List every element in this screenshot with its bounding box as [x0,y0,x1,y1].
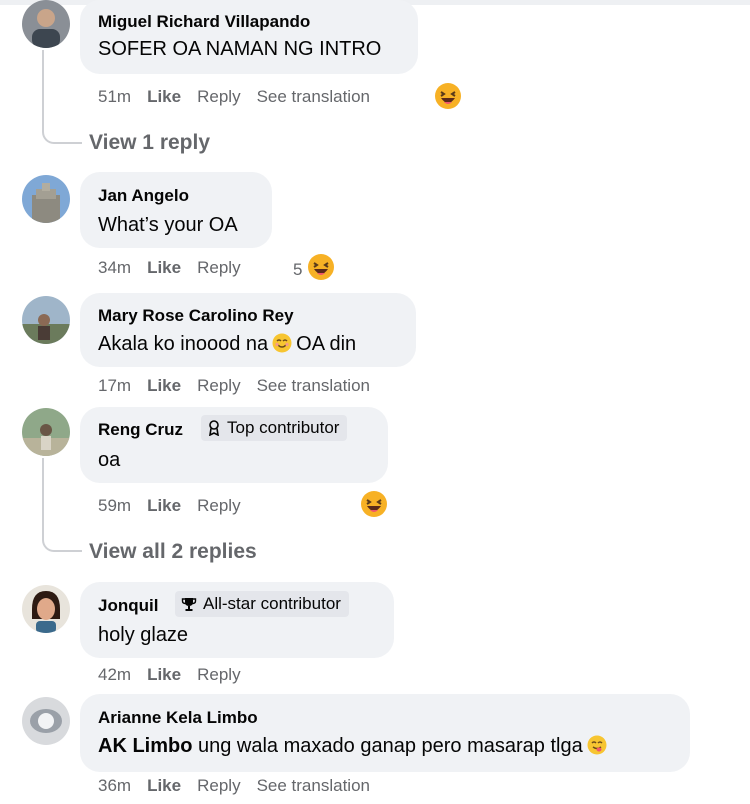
reply-button[interactable]: Reply [197,258,240,278]
comment-text-part: OA din [296,333,357,355]
all-star-contributor-badge[interactable]: All-star contributor [175,591,349,617]
comment-bubble [80,694,690,772]
comment-author[interactable]: Jonquil [98,596,158,616]
like-button[interactable]: Like [147,776,181,796]
comment-actions: 59m Like Reply [98,496,257,516]
comment-actions: 51m Like Reply See translation [98,87,386,107]
comment-actions: 42m Like Reply [98,665,257,685]
comment-text-part: ung wala maxado ganap pero masarap tlga [198,735,583,757]
mention-link[interactable]: AK Limbo [98,735,192,757]
comment-text: What’s your OA [98,214,238,236]
comment-actions: 34m Like Reply [98,258,257,278]
comment-time[interactable]: 17m [98,376,131,396]
reply-button[interactable]: Reply [197,87,240,107]
top-contributor-badge[interactable]: Top contributor [201,415,348,441]
badge-label: Top contributor [227,418,340,437]
like-button[interactable]: Like [147,87,181,107]
comment-author[interactable]: Arianne Kela Limbo [98,708,258,728]
comment-text: oa [98,449,121,471]
thread-line [42,458,82,552]
reply-button[interactable]: Reply [197,776,240,796]
comment-time[interactable]: 42m [98,665,131,685]
reply-button[interactable]: Reply [197,376,240,396]
comment-author[interactable]: Reng Cruz [98,420,183,440]
avatar[interactable] [22,697,70,745]
see-translation-link[interactable]: See translation [257,376,370,396]
comment-author[interactable]: Mary Rose Carolino Rey [98,306,294,326]
like-button[interactable]: Like [147,258,181,278]
see-translation-link[interactable]: See translation [257,87,370,107]
avatar[interactable] [22,408,70,456]
reaction-count[interactable]: 5 [293,260,302,280]
avatar[interactable] [22,585,70,633]
comment-time[interactable]: 59m [98,496,131,516]
contributor-icon [209,420,219,436]
thread-line [42,50,82,144]
yum-emoji-icon [587,735,607,755]
smile-emoji-icon [272,333,292,353]
comment-author[interactable]: Miguel Richard Villapando [98,12,310,32]
haha-emoji-icon[interactable] [307,253,335,281]
badge-label: All-star contributor [203,594,341,613]
avatar[interactable] [22,296,70,344]
reply-button[interactable]: Reply [197,665,240,685]
haha-emoji-icon[interactable] [360,490,388,518]
comment-time[interactable]: 36m [98,776,131,796]
see-translation-link[interactable]: See translation [257,776,370,796]
avatar[interactable] [22,0,70,48]
comment-text-part: Akala ko inoood na [98,333,269,355]
like-button[interactable]: Like [147,665,181,685]
comment-text: holy glaze [98,624,189,646]
comment-text: AK Limbo ung wala maxado ganap pero masa… [98,735,611,758]
comment-actions: 17m Like Reply See translation [98,376,386,396]
comment-text: SOFER OA NAMAN NG INTRO [98,38,382,60]
comment-actions: 36m Like Reply See translation [98,776,386,796]
comment-text: Akala ko inoood na OA din [98,333,356,356]
comment-author[interactable]: Jan Angelo [98,186,189,206]
like-button[interactable]: Like [147,496,181,516]
view-replies-link[interactable]: View 1 reply [89,131,210,155]
avatar[interactable] [22,175,70,223]
comment-time[interactable]: 51m [98,87,131,107]
trophy-icon [181,598,197,611]
comment-time[interactable]: 34m [98,258,131,278]
reply-button[interactable]: Reply [197,496,240,516]
view-replies-link[interactable]: View all 2 replies [89,540,257,564]
haha-emoji-icon[interactable] [434,82,462,110]
like-button[interactable]: Like [147,376,181,396]
